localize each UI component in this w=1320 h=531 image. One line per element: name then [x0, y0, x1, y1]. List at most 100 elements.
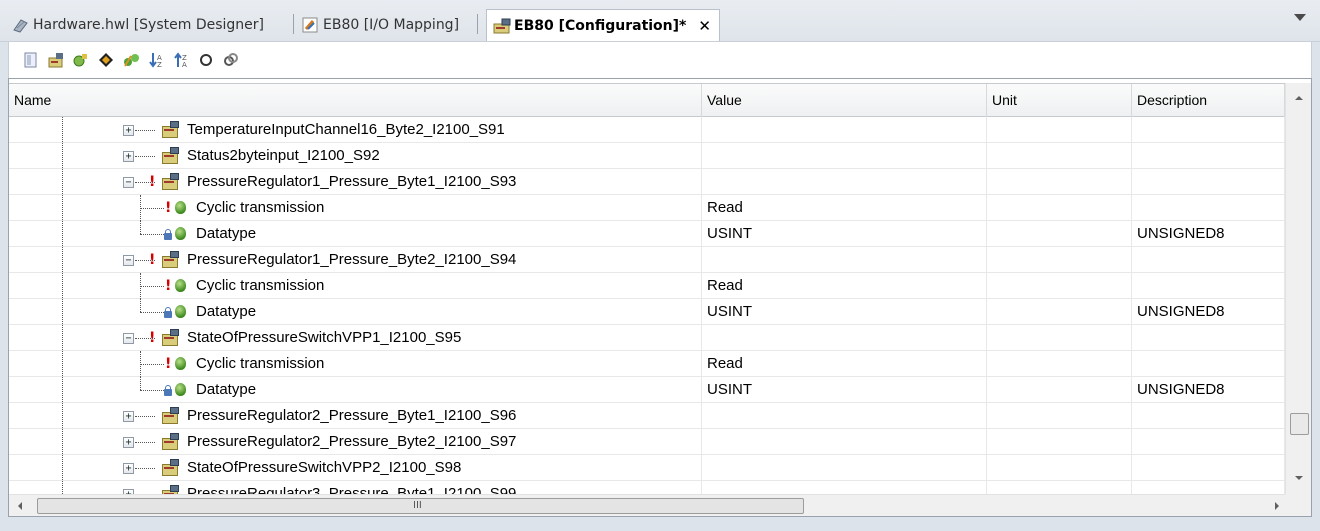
scroll-up-icon[interactable]: [1295, 96, 1303, 100]
parameter-row[interactable]: ! Cyclic transmission Read: [9, 273, 1285, 299]
grid-rows: + TemperatureInputChannel16_Byte2_I2100_S…: [9, 117, 1285, 494]
io-mapping-icon: [302, 17, 320, 33]
name-cell[interactable]: ! Cyclic transmission: [9, 351, 702, 377]
tab-configuration[interactable]: EB80 [Configuration]* ✕: [486, 9, 720, 41]
close-tab-icon[interactable]: ✕: [698, 17, 711, 35]
module-name: Status2byteinput_I2100_S92: [187, 147, 380, 164]
column-header-value[interactable]: Value: [702, 84, 987, 117]
column-header-unit[interactable]: Unit: [987, 84, 1132, 117]
parameter-icon: [175, 305, 186, 318]
name-cell[interactable]: −! PressureRegulator1_Pressure_Byte2_I210…: [9, 247, 702, 273]
unit-cell: [987, 169, 1132, 195]
name-cell[interactable]: Datatype: [9, 221, 702, 247]
circle-icon[interactable]: [198, 52, 214, 68]
column-header-description[interactable]: Description: [1132, 84, 1285, 117]
view-icon[interactable]: [23, 52, 39, 68]
tree-connector: [140, 299, 141, 312]
parameter-row[interactable]: ! Cyclic transmission Read: [9, 195, 1285, 221]
name-cell[interactable]: −! PressureRegulator1_Pressure_Byte1_I210…: [9, 169, 702, 195]
parameter-icon: [175, 279, 186, 292]
value-cell[interactable]: USINT: [702, 221, 987, 247]
value-cell: [702, 481, 987, 494]
sort-descending-icon[interactable]: ZA: [173, 52, 189, 69]
module-icon: [161, 485, 181, 494]
module-row[interactable]: + StateOfPressureSwitchVPP2_I2100_S98: [9, 455, 1285, 481]
value-cell[interactable]: USINT: [702, 377, 987, 403]
expand-icon[interactable]: +: [123, 125, 134, 136]
value-cell[interactable]: Read: [702, 351, 987, 377]
module-name: PressureRegulator3_Pressure_Byte1_I2100_…: [187, 485, 517, 494]
arrows-icon[interactable]: [123, 52, 139, 68]
unit-cell: [987, 481, 1132, 494]
parameter-row[interactable]: Datatype USINT UNSIGNED8: [9, 299, 1285, 325]
value-cell[interactable]: Read: [702, 273, 987, 299]
module-row[interactable]: + PressureRegulator2_Pressure_Byte1_I2100…: [9, 403, 1285, 429]
navigate-icon[interactable]: [98, 52, 114, 68]
value-cell: [702, 143, 987, 169]
value-cell[interactable]: Read: [702, 195, 987, 221]
expand-icon[interactable]: +: [123, 437, 134, 448]
parameter-name: Cyclic transmission: [196, 355, 325, 372]
collapse-icon[interactable]: −: [123, 333, 134, 344]
scroll-down-icon[interactable]: [1295, 476, 1303, 480]
name-cell[interactable]: ! Cyclic transmission: [9, 195, 702, 221]
description-cell: [1132, 429, 1285, 455]
module-row[interactable]: −! PressureRegulator1_Pressure_Byte2_I210…: [9, 247, 1285, 273]
tree-connector: [140, 390, 164, 391]
column-header-name[interactable]: Name: [9, 84, 702, 117]
expand-icon[interactable]: +: [123, 411, 134, 422]
name-cell[interactable]: + StateOfPressureSwitchVPP2_I2100_S98: [9, 455, 702, 481]
parameter-icon[interactable]: [73, 52, 89, 68]
module-row[interactable]: + TemperatureInputChannel16_Byte2_I2100_S…: [9, 117, 1285, 143]
module-row[interactable]: + Status2byteinput_I2100_S92: [9, 143, 1285, 169]
name-cell[interactable]: +PressureRegulator3_Pressure_Byte1_I2100…: [9, 481, 702, 494]
expand-icon[interactable]: +: [123, 151, 134, 162]
toolbar: AZ ZA: [8, 42, 1312, 78]
name-cell[interactable]: + TemperatureInputChannel16_Byte2_I2100_S…: [9, 117, 702, 143]
module-icon[interactable]: [48, 52, 64, 68]
module-row[interactable]: + PressureRegulator2_Pressure_Byte2_I2100…: [9, 429, 1285, 455]
scroll-grip: III: [413, 500, 422, 511]
tab-list-dropdown-icon[interactable]: [1294, 14, 1306, 21]
expand-icon[interactable]: +: [123, 463, 134, 474]
parameter-name: Datatype: [196, 303, 257, 320]
svg-text:Z: Z: [157, 61, 162, 68]
tree-connector: [140, 208, 164, 209]
tab-hardware-system-designer[interactable]: Hardware.hwl [System Designer]: [12, 10, 264, 40]
link-icon[interactable]: [223, 52, 239, 68]
vertical-scrollbar[interactable]: [1285, 83, 1311, 494]
tab-separator: [293, 14, 294, 34]
description-cell: [1132, 169, 1285, 195]
parameter-row[interactable]: Datatype USINT UNSIGNED8: [9, 221, 1285, 247]
name-cell[interactable]: + PressureRegulator2_Pressure_Byte2_I2100…: [9, 429, 702, 455]
module-row[interactable]: −! StateOfPressureSwitchVPP1_I2100_S95: [9, 325, 1285, 351]
name-cell[interactable]: −! StateOfPressureSwitchVPP1_I2100_S95: [9, 325, 702, 351]
tab-separator: [477, 14, 478, 34]
hardware-designer-icon: [12, 17, 30, 33]
vertical-scroll-thumb[interactable]: [1290, 413, 1309, 435]
horizontal-scroll-thumb[interactable]: III: [37, 498, 804, 514]
module-row[interactable]: −! PressureRegulator1_Pressure_Byte1_I210…: [9, 169, 1285, 195]
scroll-left-icon[interactable]: [18, 502, 22, 510]
value-cell: [702, 455, 987, 481]
unit-cell: [987, 195, 1132, 221]
name-cell[interactable]: + PressureRegulator2_Pressure_Byte1_I2100…: [9, 403, 702, 429]
warning-icon: !: [149, 252, 156, 268]
tab-io-mapping[interactable]: EB80 [I/O Mapping]: [302, 10, 459, 40]
value-cell[interactable]: USINT: [702, 299, 987, 325]
module-row[interactable]: +PressureRegulator3_Pressure_Byte1_I2100…: [9, 481, 1285, 494]
sort-ascending-icon[interactable]: AZ: [148, 52, 164, 69]
collapse-icon[interactable]: −: [123, 255, 134, 266]
name-cell[interactable]: + Status2byteinput_I2100_S92: [9, 143, 702, 169]
module-name: PressureRegulator1_Pressure_Byte1_I2100_…: [187, 173, 517, 190]
scrollbar-corner: [1285, 494, 1311, 516]
collapse-icon[interactable]: −: [123, 177, 134, 188]
name-cell[interactable]: Datatype: [9, 377, 702, 403]
scroll-right-icon[interactable]: [1275, 502, 1279, 510]
value-cell: [702, 325, 987, 351]
parameter-row[interactable]: Datatype USINT UNSIGNED8: [9, 377, 1285, 403]
name-cell[interactable]: ! Cyclic transmission: [9, 273, 702, 299]
horizontal-scrollbar[interactable]: III: [9, 494, 1311, 516]
name-cell[interactable]: Datatype: [9, 299, 702, 325]
parameter-row[interactable]: ! Cyclic transmission Read: [9, 351, 1285, 377]
